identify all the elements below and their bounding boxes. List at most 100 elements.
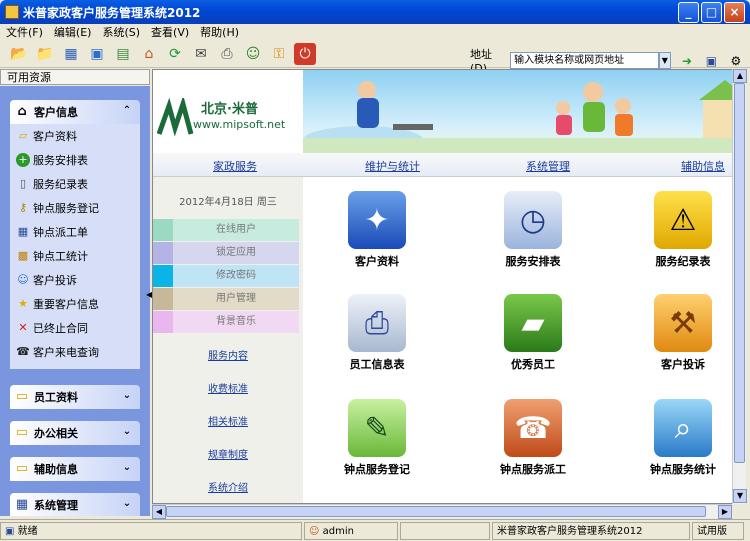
group-items: ▱ 客户资料 + 服务安排表 ▯ 服务纪录表 ⚷ 钟点服务登记 ▦ 钟点派工单 ▩ 钟点工统… — [10, 124, 140, 369]
status-ready: ▣ 就绪 — [0, 521, 302, 540]
sidebar-item-label: 钟点派工单 — [33, 226, 88, 239]
scroll-left-icon[interactable]: ◀ — [152, 505, 166, 519]
chevron-down-icon[interactable]: ⌄ — [120, 389, 134, 403]
chevron-down-icon[interactable]: ⌄ — [120, 497, 134, 511]
chart-icon[interactable]: ▤ — [112, 43, 134, 65]
chevron-up-icon[interactable]: ⌃ — [120, 104, 134, 118]
picture-icon[interactable]: ▣ — [86, 43, 108, 65]
sidebar-item-customer-profile[interactable]: ▱ 客户资料 — [10, 124, 140, 148]
grid-icon[interactable]: ▦ — [60, 43, 82, 65]
nav-maintenance[interactable]: 维护与统计 — [365, 158, 420, 174]
menu-edit[interactable]: 编辑(E) — [54, 24, 92, 40]
horizontal-scroll-thumb[interactable] — [166, 506, 706, 517]
quick-bg-music[interactable]: 背景音乐 — [153, 311, 299, 333]
swatch — [153, 311, 173, 333]
module-hourly-stats[interactable]: ⌕ 钟点服务统计 — [623, 399, 743, 499]
sidebar-item-label: 重要客户信息 — [33, 298, 99, 311]
scroll-up-icon[interactable]: ▲ — [733, 69, 747, 83]
nav-aux[interactable]: 辅助信息 — [681, 158, 725, 174]
nav-housekeeping[interactable]: 家政服务 — [213, 158, 257, 174]
quick-online-users[interactable]: 在线用户 — [153, 219, 299, 241]
mail-icon[interactable]: ✉ — [190, 43, 212, 65]
menu-help[interactable]: 帮助(H) — [200, 24, 239, 40]
print-icon[interactable]: ⎙ — [216, 43, 238, 65]
chevron-down-icon[interactable]: ▼ — [658, 52, 671, 69]
module-excellent-staff[interactable]: ▰ 优秀员工 — [473, 294, 593, 394]
module-service-record[interactable]: ⚠ 服务纪录表 — [623, 191, 743, 291]
quick-lock-app[interactable]: 锁定应用 — [153, 242, 299, 264]
brand-name: 北京·米普 — [201, 102, 258, 117]
user-icon[interactable]: ☺ — [242, 43, 264, 65]
status-app-name: 米普家政客户服务管理系统2012 — [492, 521, 690, 540]
module-hourly-register[interactable]: ✎ 钟点服务登记 — [317, 399, 437, 499]
vertical-scroll-thumb[interactable] — [734, 83, 745, 463]
scroll-down-icon[interactable]: ▼ — [733, 489, 747, 503]
sidebar-item-vip[interactable]: ★ 重要客户信息 — [10, 292, 140, 316]
group-office[interactable]: ▭ 办公相关 ⌄ — [10, 421, 140, 445]
sidebar-item-hourly-stats[interactable]: ▩ 钟点工统计 — [10, 244, 140, 268]
maximize-button[interactable]: □ — [701, 1, 722, 23]
pen-tablet-icon: ✎ — [348, 399, 406, 457]
group-aux[interactable]: ▭ 辅助信息 ⌄ — [10, 457, 140, 481]
status-icon: ▣ — [5, 525, 18, 537]
nav-bar: 家政服务 维护与统计 系统管理 辅助信息 — [153, 153, 745, 177]
module-customer-profile[interactable]: ✦ 客户资料 — [317, 191, 437, 291]
menu-view[interactable]: 查看(V) — [151, 24, 189, 40]
horizontal-scrollbar[interactable]: ◀ ▶ — [152, 504, 732, 519]
module-service-schedule[interactable]: ◷ 服务安排表 — [473, 191, 593, 291]
close-button[interactable]: × — [724, 1, 745, 23]
link-related-standard[interactable]: 相关标准 — [153, 413, 303, 428]
scroll-right-icon[interactable]: ▶ — [718, 505, 732, 519]
sidebar-item-hourly-register[interactable]: ⚷ 钟点服务登记 — [10, 196, 140, 220]
power-icon[interactable]: ⏻ — [294, 42, 316, 65]
status-bar: ▣ 就绪 ☺ admin 米普家政客户服务管理系统2012 试用版 — [0, 519, 750, 541]
banner: 北京·米普 www.mipsoft.net — [153, 70, 745, 154]
status-blank — [400, 521, 490, 540]
minimize-button[interactable]: _ — [678, 1, 699, 23]
vertical-scrollbar[interactable]: ▲ ▼ — [732, 69, 747, 504]
sidebar-item-dispatch[interactable]: ▦ 钟点派工单 — [10, 220, 140, 244]
document-icon: ▯ — [19, 177, 27, 190]
module-grid: ✦ 客户资料 ◷ 服务安排表 ⚠ 服务纪录表 ⎙ 员工信息表 ▰ 优秀员工 ⚒ … — [303, 177, 745, 503]
quick-user-manage[interactable]: 用户管理 — [153, 288, 299, 310]
sidebar-item-label: 客户来电查询 — [33, 346, 99, 359]
link-service-content[interactable]: 服务内容 — [153, 347, 303, 362]
module-label: 钟点服务派工 — [500, 463, 566, 476]
menu-system[interactable]: 系统(S) — [102, 24, 140, 40]
folder-icon[interactable]: 📁 — [34, 43, 56, 65]
link-regulations[interactable]: 规章制度 — [153, 446, 303, 461]
menu-file[interactable]: 文件(F) — [6, 24, 43, 40]
sidebar-item-call-query[interactable]: ☎ 客户来电查询 — [10, 340, 140, 364]
sidebar: ⌂ 客户信息 ⌃ ▱ 客户资料 + 服务安排表 ▯ 服务纪录表 ⚷ 钟点服务登记 ▦ 钟点… — [0, 86, 150, 516]
link-system-intro[interactable]: 系统介绍 — [153, 479, 303, 494]
key-icon[interactable]: ⚿ — [268, 43, 290, 65]
quick-label: 在线用户 — [173, 219, 299, 241]
refresh-icon[interactable]: ⟳ — [164, 43, 186, 65]
group-staff[interactable]: ▭ 员工资料 ⌄ — [10, 385, 140, 409]
sidebar-item-service-schedule[interactable]: + 服务安排表 — [10, 148, 140, 172]
sidebar-item-terminated[interactable]: ✕ 已终止合同 — [10, 316, 140, 340]
nav-system[interactable]: 系统管理 — [526, 158, 570, 174]
table-icon: ▦ — [17, 225, 29, 238]
chevron-down-icon[interactable]: ⌄ — [120, 425, 134, 439]
printer-icon: ⎙ — [348, 294, 406, 352]
compass-folder-icon: ✦ — [348, 191, 406, 249]
phone-icon: ☎ — [16, 345, 30, 358]
logo-mark — [157, 98, 194, 137]
logo: 北京·米普 www.mipsoft.net — [153, 70, 303, 153]
sidebar-item-service-record[interactable]: ▯ 服务纪录表 — [10, 172, 140, 196]
module-hourly-dispatch[interactable]: ☎ 钟点服务派工 — [473, 399, 593, 499]
open-icon[interactable]: 📂 — [8, 43, 30, 65]
user-avatar-icon: ☺ — [309, 525, 323, 537]
chevron-down-icon[interactable]: ⌄ — [120, 461, 134, 475]
group-customer-info[interactable]: ⌂ 客户信息 ⌃ — [10, 100, 140, 124]
sidebar-item-complaint[interactable]: ☺ 客户投诉 — [10, 268, 140, 292]
folder-icon: ▭ — [15, 389, 29, 404]
quick-change-password[interactable]: 修改密码 — [153, 265, 299, 287]
module-staff-info[interactable]: ⎙ 员工信息表 — [317, 294, 437, 394]
link-fee-standard[interactable]: 收费标准 — [153, 380, 303, 395]
address-input[interactable]: 输入模块名称或网页地址 — [510, 52, 659, 69]
group-system[interactable]: ▦ 系统管理 ⌄ — [10, 493, 140, 516]
module-complaint[interactable]: ⚒ 客户投诉 — [623, 294, 743, 394]
home-icon[interactable]: ⌂ — [138, 43, 160, 65]
